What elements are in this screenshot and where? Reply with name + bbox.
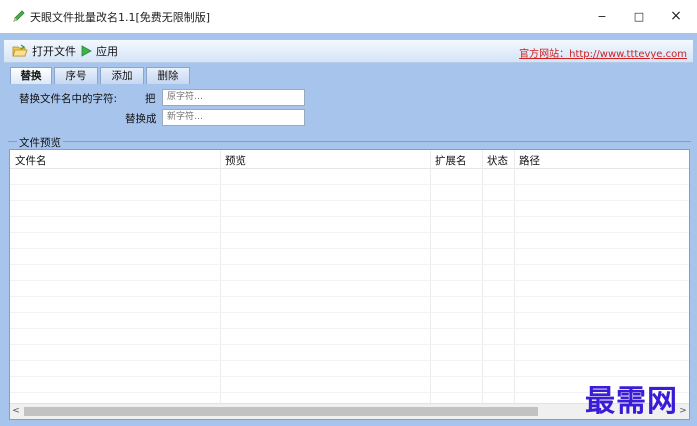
column-header-path[interactable]: 路径 [519,153,540,168]
to-label: 替换成 [125,113,157,125]
minimize-button[interactable]: − [585,4,619,28]
toolbar: 打开文件 应用 官方网站：http://www.tttevye.com [4,40,693,63]
row-separator [10,184,689,185]
tab-label: 删除 [157,70,179,82]
tab-label: 替换 [20,70,42,82]
row-separator [10,264,689,265]
row-separator [10,312,689,313]
column-header-extension[interactable]: 扩展名 [435,153,467,168]
row-separator [10,216,689,217]
close-icon: × [670,8,682,24]
apply-button[interactable]: 应用 [80,43,118,59]
open-file-button[interactable]: 打开文件 [12,43,76,59]
watermark-logo: 最需网 [585,384,678,419]
column-header-preview[interactable]: 预览 [225,153,246,168]
row-separator [10,248,689,249]
close-button[interactable]: × [659,4,693,28]
tab-replace[interactable]: 替换 [10,67,52,84]
column-header-status[interactable]: 状态 [487,153,508,168]
tab-label: 序号 [65,70,87,82]
list-header: 文件名 预览 扩展名 状态 路径 [10,150,689,169]
window-title: 天眼文件批量改名1.1[免费无限制版] [30,11,211,24]
play-icon [81,45,92,57]
column-divider [482,150,483,403]
row-separator [10,200,689,201]
apply-label: 应用 [96,45,118,58]
from-label: 把 [145,93,156,105]
row-separator [10,280,689,281]
scroll-right-icon[interactable]: > [677,405,689,418]
folder-open-icon [12,44,28,57]
minimize-icon: − [597,9,607,23]
pen-icon [13,10,25,22]
group-divider [8,141,691,142]
website-link[interactable]: 官方网站：http://www.tttevye.com [519,45,687,60]
column-divider [514,150,515,403]
row-separator [10,232,689,233]
new-text-input[interactable] [162,109,305,126]
replace-section-label: 替换文件名中的字符: [19,93,118,105]
row-separator [10,344,689,345]
tab-label: 添加 [111,70,133,82]
column-divider [430,150,431,403]
title-bar: 天眼文件批量改名1.1[免费无限制版] − □ × [0,0,697,33]
original-text-input[interactable] [162,89,305,106]
maximize-button[interactable]: □ [622,4,656,28]
column-divider [220,150,221,403]
scroll-thumb[interactable] [24,407,538,416]
row-separator [10,360,689,361]
scroll-left-icon[interactable]: < [10,405,22,418]
column-header-filename[interactable]: 文件名 [15,153,47,168]
row-separator [10,328,689,329]
tab-sequence[interactable]: 序号 [54,67,98,84]
open-file-label: 打开文件 [32,45,76,58]
maximize-icon: □ [633,9,645,23]
tab-add[interactable]: 添加 [100,67,144,84]
row-separator [10,296,689,297]
preview-group-label: 文件预览 [17,135,63,150]
tab-delete[interactable]: 删除 [146,67,190,84]
